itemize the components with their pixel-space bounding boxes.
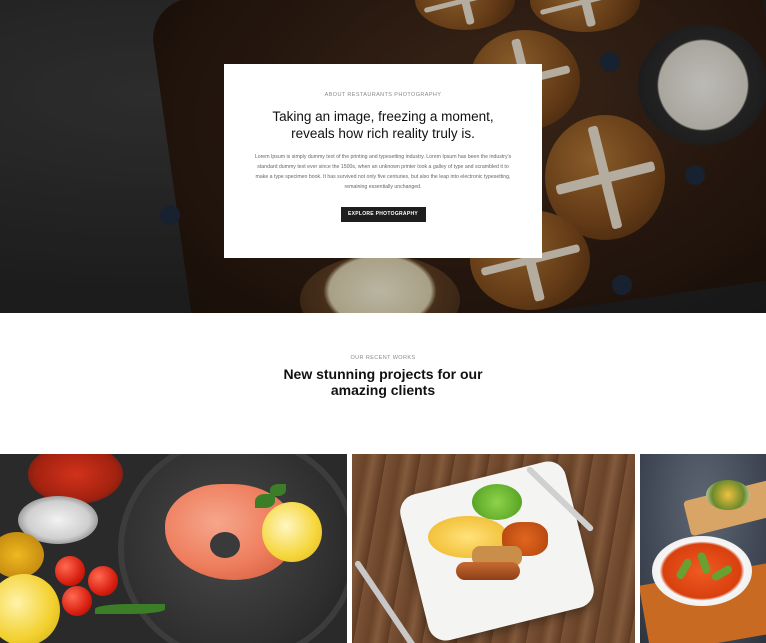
lemon-half [0, 574, 60, 643]
paprika-pile [28, 454, 123, 504]
parsley-leaf [255, 494, 275, 508]
gallery-item-breakfast[interactable] [352, 454, 635, 643]
sausage [456, 562, 520, 580]
lettuce [472, 484, 522, 520]
recent-works-heading-line1: New stunning projects for our [283, 366, 483, 382]
cherry-tomato [62, 586, 92, 616]
rosemary-sprig [95, 604, 165, 614]
gallery-item-salmon[interactable] [0, 454, 347, 643]
recent-works-eyebrow: OUR RECENT WORKS [350, 355, 416, 361]
recent-works-heading: New stunning projects for our amazing cl… [0, 366, 766, 398]
explore-photography-button[interactable]: EXPLORE PHOTOGRAPHY [340, 207, 426, 222]
about-body-text: Lorem Ipsum is simply dummy text of the … [254, 154, 512, 190]
recent-works-section: OUR RECENT WORKS New stunning projects f… [0, 313, 766, 453]
lemon-slice [262, 502, 322, 562]
gallery-item-soup[interactable] [640, 454, 766, 643]
about-eyebrow: ABOUT RESTAURANTS PHOTOGRAPHY [324, 92, 442, 98]
about-card: ABOUT RESTAURANTS PHOTOGRAPHY Taking an … [224, 64, 542, 258]
about-heading: Taking an image, freezing a moment, reve… [272, 109, 494, 141]
recent-works-heading-line2: amazing clients [330, 382, 436, 398]
hero-section: ABOUT RESTAURANTS PHOTOGRAPHY Taking an … [0, 0, 766, 313]
cherry-tomato [55, 556, 85, 586]
cherry-tomato [88, 566, 118, 596]
parsley-leaf [270, 484, 286, 496]
side-dish-bowl [706, 480, 750, 510]
salmon-center [210, 532, 240, 558]
